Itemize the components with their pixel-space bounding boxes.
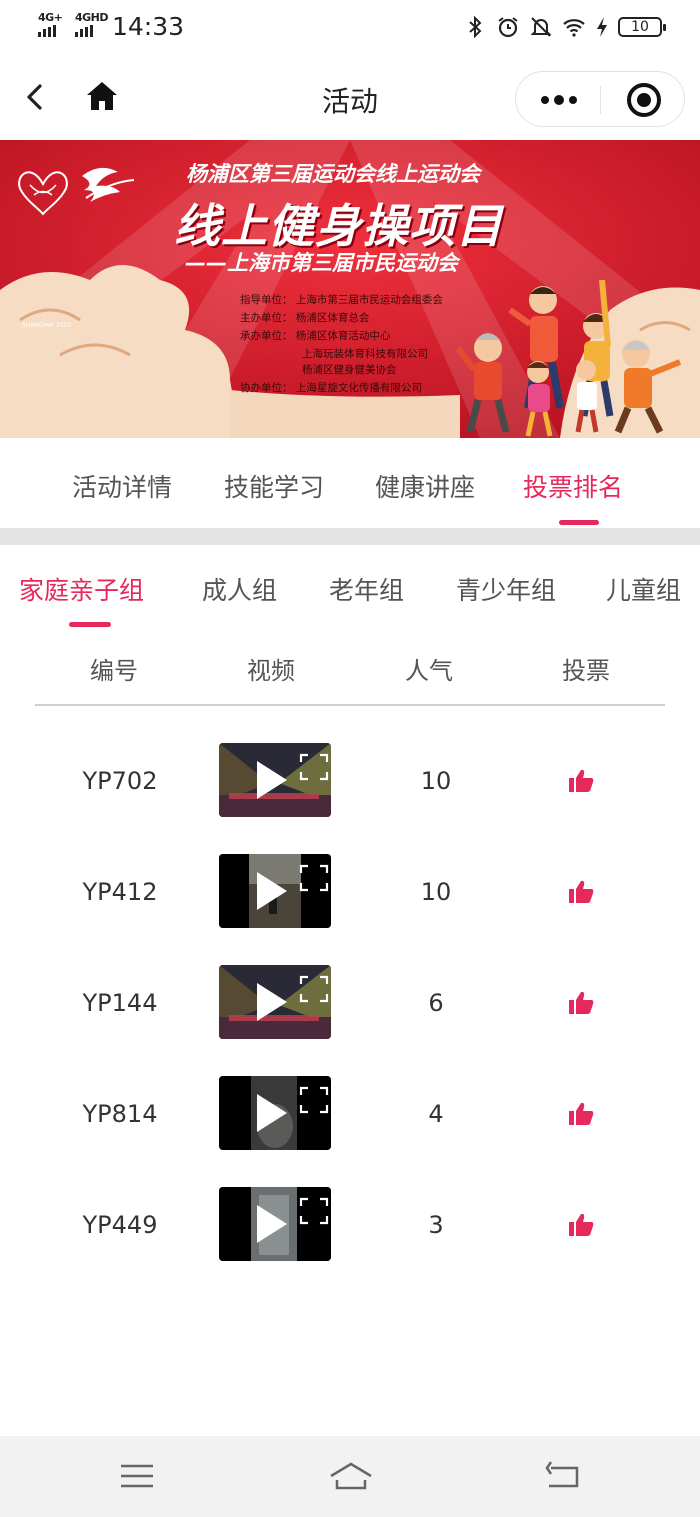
mute-icon <box>530 17 552 37</box>
charging-icon <box>597 17 607 37</box>
tab-activity-details[interactable]: 活动详情 <box>72 468 172 504</box>
event-banner[interactable]: SHANGHAI 2020 杨浦区第三届运动会线上运动会 线上健身操项目 ——上… <box>0 140 700 438</box>
ranking-table-header: 编号 视频 人气 投票 <box>0 635 700 707</box>
system-navigation-bar <box>0 1436 700 1517</box>
mini-program-capsule <box>515 71 685 127</box>
banner-organizer-line: 承办单位： 杨浦区体育活动中心 <box>240 330 391 342</box>
battery-indicator: 10 <box>618 17 666 37</box>
section-divider <box>0 528 700 545</box>
popularity-count: 10 <box>420 767 452 795</box>
banner-organizer-line: 指导单位： 上海市第三届市民运动会组委会 <box>240 294 443 306</box>
tab-skill-learning[interactable]: 技能学习 <box>224 468 324 504</box>
group-tab-bar: 家庭亲子组 成人组 老年组 青少年组 儿童组 <box>0 545 700 635</box>
table-row: YP702 10 <box>0 743 700 854</box>
active-group-indicator <box>69 622 111 627</box>
column-header-popularity: 人气 <box>405 657 453 685</box>
video-thumbnail[interactable] <box>219 965 331 1039</box>
clock: 14:33 <box>112 12 185 41</box>
tab-health-lectures[interactable]: 健康讲座 <box>375 468 475 504</box>
banner-subtitle: 杨浦区第三届运动会线上运动会 <box>186 162 480 186</box>
play-icon <box>257 983 287 1021</box>
column-header-vote: 投票 <box>562 657 610 685</box>
popularity-count: 10 <box>420 878 452 906</box>
banner-subtitle-2: ——上海市第三届市民运动会 <box>185 251 458 275</box>
banner-organizer-line: 上海玩装体育科技有限公司 <box>302 348 428 360</box>
close-target-icon[interactable] <box>601 72 686 128</box>
alarm-icon <box>498 17 518 38</box>
video-thumbnail[interactable] <box>219 1076 331 1150</box>
fullscreen-icon <box>299 1086 329 1114</box>
fullscreen-icon <box>299 1197 329 1225</box>
video-thumbnail[interactable] <box>219 1187 331 1261</box>
banner-organizer-line: 杨浦区健身健美协会 <box>302 364 397 376</box>
banner-logo-text: SHANGHAI 2020 <box>22 322 72 329</box>
fullscreen-icon <box>299 753 329 781</box>
table-row: YP144 6 <box>0 965 700 1076</box>
nav-bar: 活动 <box>0 56 700 140</box>
tab-children-group[interactable]: 儿童组 <box>606 571 681 607</box>
bluetooth-icon <box>469 15 482 39</box>
column-header-video: 视频 <box>247 657 295 685</box>
network-type-label: 4G+ <box>38 11 63 24</box>
back-return-icon[interactable] <box>543 1456 583 1496</box>
entry-id: YP449 <box>82 1211 158 1239</box>
network-type-label: 4GHD <box>75 11 109 24</box>
banner-organizer-line: 主办单位： 杨浦区体育总会 <box>240 312 370 324</box>
main-tab-bar: 活动详情 技能学习 健康讲座 投票排名 <box>0 438 700 528</box>
entry-id: YP814 <box>82 1100 158 1128</box>
thumbs-up-vote-icon[interactable] <box>566 878 596 906</box>
back-arrow-icon[interactable] <box>18 76 58 118</box>
video-thumbnail[interactable] <box>219 854 331 928</box>
fullscreen-icon <box>299 975 329 1003</box>
tab-family-group[interactable]: 家庭亲子组 <box>19 571 144 607</box>
entry-id: YP702 <box>82 767 158 795</box>
wifi-icon <box>563 19 585 37</box>
play-icon <box>257 1205 287 1243</box>
tab-senior-group[interactable]: 老年组 <box>329 571 404 607</box>
entry-id: YP412 <box>82 878 158 906</box>
table-row: YP449 3 <box>0 1187 700 1298</box>
more-dots-icon[interactable] <box>516 72 601 128</box>
tab-youth-group[interactable]: 青少年组 <box>456 571 556 607</box>
thumbs-up-vote-icon[interactable] <box>566 767 596 795</box>
video-thumbnail[interactable] <box>219 743 331 817</box>
signal-4g-hd: 4GHD <box>75 11 109 37</box>
signal-4g-plus: 4G+ <box>38 11 63 37</box>
table-row: YP412 10 <box>0 854 700 965</box>
thumbs-up-vote-icon[interactable] <box>566 1100 596 1128</box>
table-row: YP814 4 <box>0 1076 700 1187</box>
tab-adult-group[interactable]: 成人组 <box>202 571 277 607</box>
play-icon <box>257 761 287 799</box>
thumbs-up-vote-icon[interactable] <box>566 989 596 1017</box>
home-icon[interactable] <box>82 76 122 116</box>
status-bar: 4G+ 4GHD 14:33 10 <box>0 0 700 56</box>
play-icon <box>257 872 287 910</box>
entry-id: YP144 <box>82 989 158 1017</box>
active-tab-indicator <box>559 520 599 525</box>
thumbs-up-vote-icon[interactable] <box>566 1211 596 1239</box>
table-header-divider <box>35 704 665 706</box>
signal-bars-icon <box>75 25 93 37</box>
tab-vote-ranking[interactable]: 投票排名 <box>523 468 623 504</box>
column-header-id: 编号 <box>90 657 138 685</box>
popularity-count: 4 <box>428 1100 444 1128</box>
play-icon <box>257 1094 287 1132</box>
popularity-count: 3 <box>428 1211 444 1239</box>
signal-bars-icon <box>38 25 56 37</box>
popularity-count: 6 <box>428 989 444 1017</box>
menu-icon[interactable] <box>117 1456 157 1496</box>
home-outline-icon[interactable] <box>327 1456 375 1496</box>
banner-organizer-line: 协办单位： 上海星旋文化传播有限公司 <box>240 382 422 394</box>
fullscreen-icon <box>299 864 329 892</box>
